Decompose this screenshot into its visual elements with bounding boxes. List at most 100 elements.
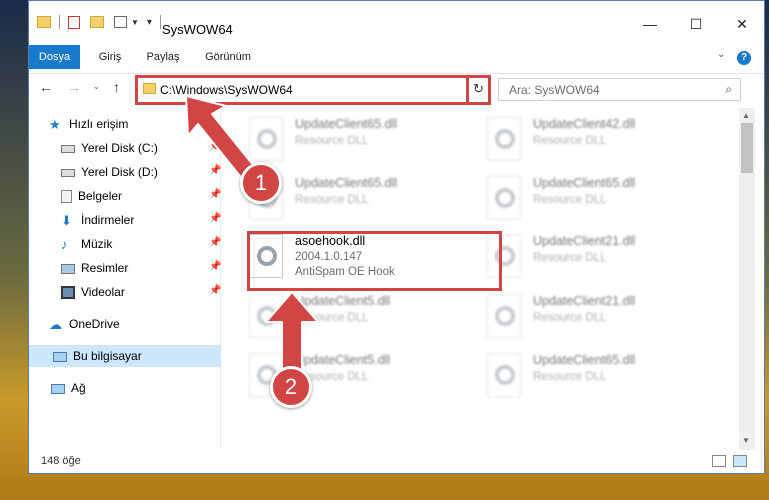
file-description: Resource DLL [295,312,369,324]
file-item[interactable]: UpdateClient65.dll Resource DLL [249,174,474,222]
drive-icon [61,168,75,177]
tab-share[interactable]: Paylaş [141,45,185,69]
ribbon-tabs: Dosya Giriş Paylaş Görünüm ⌄ ? [29,45,764,71]
dll-file-icon [487,294,521,338]
file-item[interactable]: UpdateClient21.dll Resource DLL [487,232,712,280]
tab-file[interactable]: Dosya [29,45,80,69]
tab-view[interactable]: Görünüm [199,45,257,69]
folder-icon [37,16,51,28]
sidebar-item-quick-access[interactable]: ★ Hızlı erişim [49,113,128,135]
minimize-button[interactable]: — [627,16,673,40]
file-item[interactable]: UpdateClient65.dll Resource DLL [249,115,474,163]
pin-icon[interactable]: 📌 [209,141,221,152]
sidebar-item-label: OneDrive [69,317,120,331]
up-arrow-icon[interactable]: ↑ [113,79,120,95]
scroll-down-icon[interactable]: ▼ [742,436,750,445]
pin-icon[interactable]: 📌 [209,237,221,248]
item-count: 148 öğe [41,455,81,467]
view-options-icon[interactable] [114,16,127,28]
maximize-button[interactable]: ☐ [673,16,719,40]
dll-file-icon [249,294,283,338]
sidebar-item-downloads[interactable]: ⬇ İndirmeler [61,209,134,231]
step-badge-1: 1 [240,162,282,204]
status-bar: 148 öğe [29,450,764,473]
pin-icon[interactable]: 📌 [209,213,221,224]
file-item[interactable]: UpdateClient5.dll Resource DLL [249,292,474,340]
folder-icon [143,83,156,94]
details-view-icon[interactable] [712,455,726,467]
sidebar-item-label: Ağ [71,381,86,395]
gear-icon [495,188,515,208]
large-icons-view-icon[interactable] [733,455,747,467]
sidebar-item-label: Müzik [81,237,113,251]
drive-icon [61,144,75,153]
sidebar-item-disk-d[interactable]: Yerel Disk (D:) [61,161,158,183]
sidebar-item-label: Resimler [81,261,129,275]
file-item[interactable]: UpdateClient65.dll Resource DLL [487,174,712,222]
pin-icon[interactable]: 📌 [209,261,221,272]
sidebar-item-disk-c[interactable]: Yerel Disk (C:) [61,137,158,159]
dll-file-icon [487,117,521,161]
dll-file-icon [249,117,283,161]
documents-icon [61,190,72,204]
pin-icon[interactable]: 📌 [209,285,221,296]
gear-icon [257,129,277,149]
network-icon [51,383,65,394]
file-name: UpdateClient65.dll [295,117,398,131]
help-icon[interactable]: ? [737,51,751,65]
gear-icon [495,306,515,326]
pin-icon[interactable]: 📌 [209,165,221,176]
sidebar-item-videos[interactable]: Videolar [61,281,125,303]
search-icon: ⌕ [725,82,732,96]
sidebar-item-label: Videolar [81,285,125,299]
file-item[interactable]: UpdateClient65.dll Resource DLL [487,351,712,399]
file-name: UpdateClient42.dll [533,117,636,131]
recent-locations-icon[interactable]: ⌄ [93,82,100,91]
scroll-up-icon[interactable]: ▲ [742,111,750,120]
file-description: Resource DLL [533,371,607,383]
address-row: ← → ⌄ ↑ C:\Windows\SysWOW64 ⌄ ↻ Ara: Sys… [29,73,764,105]
sidebar-item-network[interactable]: Ağ [51,377,86,399]
address-path: C:\Windows\SysWOW64 [160,83,293,97]
properties-icon[interactable] [68,15,80,29]
forward-arrow-icon[interactable]: → [67,79,81,95]
videos-icon [61,286,75,300]
sidebar-item-this-pc[interactable]: Bu bilgisayar [29,345,221,367]
expand-ribbon-icon[interactable]: ⌄ [717,49,725,60]
file-description: Resource DLL [533,194,607,206]
dll-file-icon [487,176,521,220]
file-item[interactable]: UpdateClient42.dll Resource DLL [487,115,712,163]
search-input[interactable]: Ara: SysWOW64 ⌕ [498,78,741,101]
search-placeholder: Ara: SysWOW64 [509,83,600,97]
file-description: Resource DLL [295,194,369,206]
refresh-button[interactable]: ↻ [466,75,491,105]
close-button[interactable]: ✕ [719,16,764,40]
sidebar-item-label: Belgeler [78,189,123,203]
file-item[interactable]: UpdateClient21.dll Resource DLL [487,292,712,340]
new-folder-icon[interactable] [90,16,104,28]
address-bar[interactable]: C:\Windows\SysWOW64 ⌄ [135,75,489,105]
sidebar-item-music[interactable]: ♪ Müzik [61,233,112,255]
sidebar-item-label: Hızlı erişim [69,117,129,131]
file-name: UpdateClient65.dll [533,176,636,190]
music-icon: ♪ [61,237,68,253]
separator [59,15,60,29]
file-name: UpdateClient65.dll [533,353,636,367]
pin-icon[interactable]: 📌 [209,189,221,200]
sidebar-item-label: Yerel Disk (C:) [81,141,158,155]
sidebar-item-onedrive[interactable]: ☁ OneDrive [49,313,120,335]
quick-access-toolbar: ▼ ▾ [37,11,161,33]
sidebar-item-pictures[interactable]: Resimler [61,257,128,279]
customize-toolbar-icon[interactable]: ▾ [147,17,152,28]
scrollbar-thumb[interactable] [741,123,753,173]
vertical-scrollbar[interactable]: ▲ ▼ [739,108,755,450]
back-arrow-icon[interactable]: ← [39,79,53,95]
chevron-down-icon[interactable]: ▼ [131,18,139,27]
tab-home[interactable]: Giriş [91,45,129,69]
gear-icon [495,129,515,149]
cloud-icon: ☁ [49,317,62,333]
download-icon: ⬇ [61,213,72,229]
dll-file-icon [487,353,521,397]
file-description: Resource DLL [533,135,607,147]
sidebar-item-documents[interactable]: Belgeler [61,185,122,207]
